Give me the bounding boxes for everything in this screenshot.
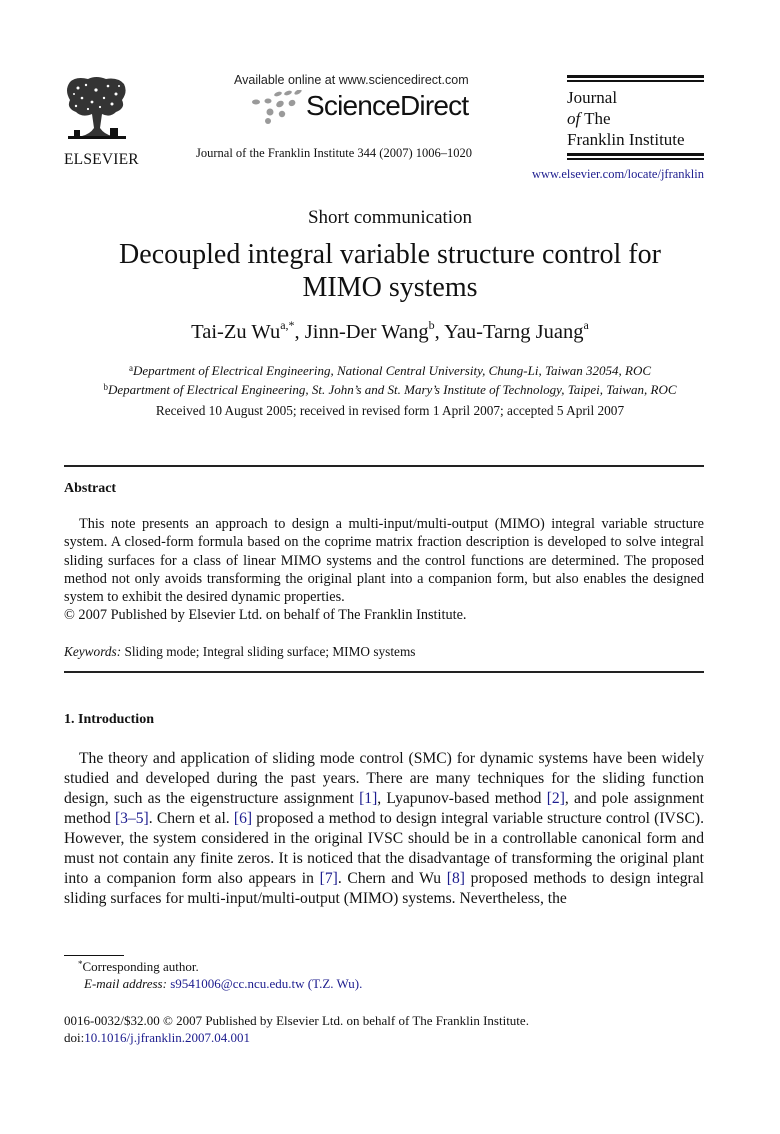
paragraph-text: . Chern et al. [148,810,234,827]
journal-logo-line1: Journal [567,88,618,107]
paper-title: Decoupled integral variable structure co… [119,239,661,303]
author[interactable]: Jinn-Der Wangb [305,318,435,343]
doi-link[interactable]: 10.1016/j.jfranklin.2007.04.001 [84,1030,250,1045]
abstract-top-divider [64,465,704,467]
keywords-list: Sliding mode; Integral sliding surface; … [124,644,416,659]
journal-logo-title: Journal of The Franklin Institute [567,82,704,153]
paragraph-text: . Chern and Wu [337,870,447,887]
elsevier-logo: ELSEVIER [64,76,142,168]
doi-line: doi:10.1016/j.jfranklin.2007.04.001 [64,1030,250,1045]
journal-citation: Journal of the Franklin Institute 344 (2… [196,146,473,160]
footnote-divider [64,955,124,956]
paragraph-text: , Lyapunov-based method [377,790,547,807]
keywords-label: Keywords: [64,644,122,659]
journal-logo-bottom-rule [567,153,704,160]
abstract-body: This note presents an approach to design… [64,515,704,625]
author[interactable]: Yau-Tarng Juanga [444,318,589,343]
introduction-heading: 1. Introduction [64,712,154,727]
citation-link[interactable]: [6] [234,810,252,827]
journal-logo-top-rule [567,75,704,82]
keywords: Keywords: Sliding mode; Integral sliding… [64,644,415,660]
section-type: Short communication [307,207,473,228]
corresponding-author-note: *Corresponding author. [78,959,199,974]
introduction-paragraph: The theory and application of sliding mo… [64,749,704,909]
email-link[interactable]: s9541006@cc.ncu.edu.tw (T.Z. Wu). [170,976,362,991]
elsevier-tree-icon [67,77,126,139]
received-dates: Received 10 August 2005; received in rev… [155,403,625,418]
elsevier-wordmark: ELSEVIER [64,151,139,168]
abstract-heading: Abstract [64,481,117,496]
author[interactable]: Tai-Zu Wua,* [191,318,294,343]
abstract-bottom-divider [64,671,704,673]
author-list: Tai-Zu Wua,*, Jinn-Der Wangb, Yau-Tarng … [191,318,589,343]
email-note: E-mail address: s9541006@cc.ncu.edu.tw (… [84,976,362,992]
journal-logo: Journal of The Franklin Institute [567,75,704,160]
citation-link[interactable]: [8] [447,870,465,887]
email-label: E-mail address: [84,976,167,991]
citation-link[interactable]: [1] [359,790,377,807]
affiliations: aDepartment of Electrical Engineering, N… [0,360,780,398]
abstract-copyright: © 2007 Published by Elsevier Ltd. on beh… [64,607,467,624]
sciencedirect-wordmark: ScienceDirect [306,90,469,121]
sciencedirect-dots-icon [252,90,302,124]
availability-text[interactable]: Available online at www.sciencedirect.co… [234,73,469,87]
citation-link[interactable]: [2] [547,790,565,807]
citation-link[interactable]: [7] [320,870,338,887]
affiliation: bDepartment of Electrical Engineering, S… [103,382,677,397]
issn-copyright-line: 0016-0032/$32.00 © 2007 Published by Els… [64,1013,529,1028]
abstract-text: This note presents an approach to design… [64,516,704,606]
journal-logo-line2: of The [567,109,611,128]
citation-link[interactable]: [3–5] [115,810,149,827]
journal-logo-line3: Franklin Institute [567,130,685,149]
journal-url-link[interactable]: www.elsevier.com/locate/jfranklin [490,167,704,182]
affiliation: aDepartment of Electrical Engineering, N… [128,363,652,378]
